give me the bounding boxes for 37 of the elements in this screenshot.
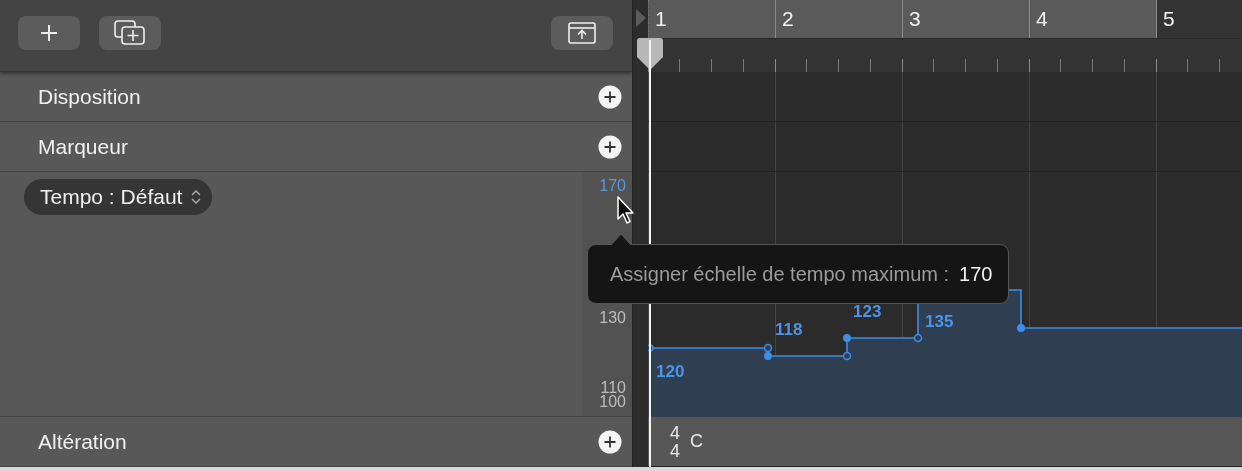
windows-plus-icon: [113, 18, 147, 47]
scale-label: 100: [599, 393, 626, 411]
add-button[interactable]: [598, 84, 622, 109]
bar-number: 5: [1163, 7, 1175, 31]
add-button[interactable]: [598, 429, 622, 454]
tempo-value: 118: [775, 320, 803, 340]
window-arrow-up-icon: [568, 21, 596, 44]
add-icon: [598, 84, 622, 109]
add-icon: [598, 134, 622, 159]
tooltip-label: Assigner échelle de tempo maximum :: [610, 262, 950, 286]
tooltip-value: 170: [959, 262, 993, 286]
tempo-value: 135: [925, 312, 954, 332]
track-name: Marqueur: [38, 134, 129, 159]
updown-chevron-icon: [190, 187, 203, 207]
add-icon: [598, 429, 622, 454]
scale-label: 110: [600, 379, 626, 396]
scale-label: 170: [599, 177, 626, 195]
plus-icon: [39, 22, 59, 43]
windows-plus-button[interactable]: [99, 15, 161, 50]
bar-number: 1: [655, 7, 667, 31]
bar-number: 4: [1036, 7, 1048, 31]
bar-number: 3: [909, 7, 921, 31]
key-signature: C: [690, 431, 703, 452]
scale-label: 130: [599, 309, 626, 327]
bar-number: 2: [782, 7, 794, 31]
time-signature-numerator: 4: [670, 423, 680, 442]
add-button[interactable]: [598, 134, 622, 159]
tempo-popup[interactable]: Tempo : Défaut: [24, 179, 213, 215]
mouse-pointer-icon: [616, 196, 634, 224]
track-name: Disposition: [38, 84, 142, 109]
tempo-value: 120: [656, 362, 685, 382]
playhead-handle-icon: [637, 38, 663, 70]
time-signature-denominator: 4: [670, 441, 680, 460]
tempo-value: 123: [853, 302, 882, 322]
plus-button[interactable]: [18, 15, 80, 50]
window-arrow-up-button[interactable]: [551, 15, 613, 50]
track-name: Altération: [38, 429, 128, 454]
